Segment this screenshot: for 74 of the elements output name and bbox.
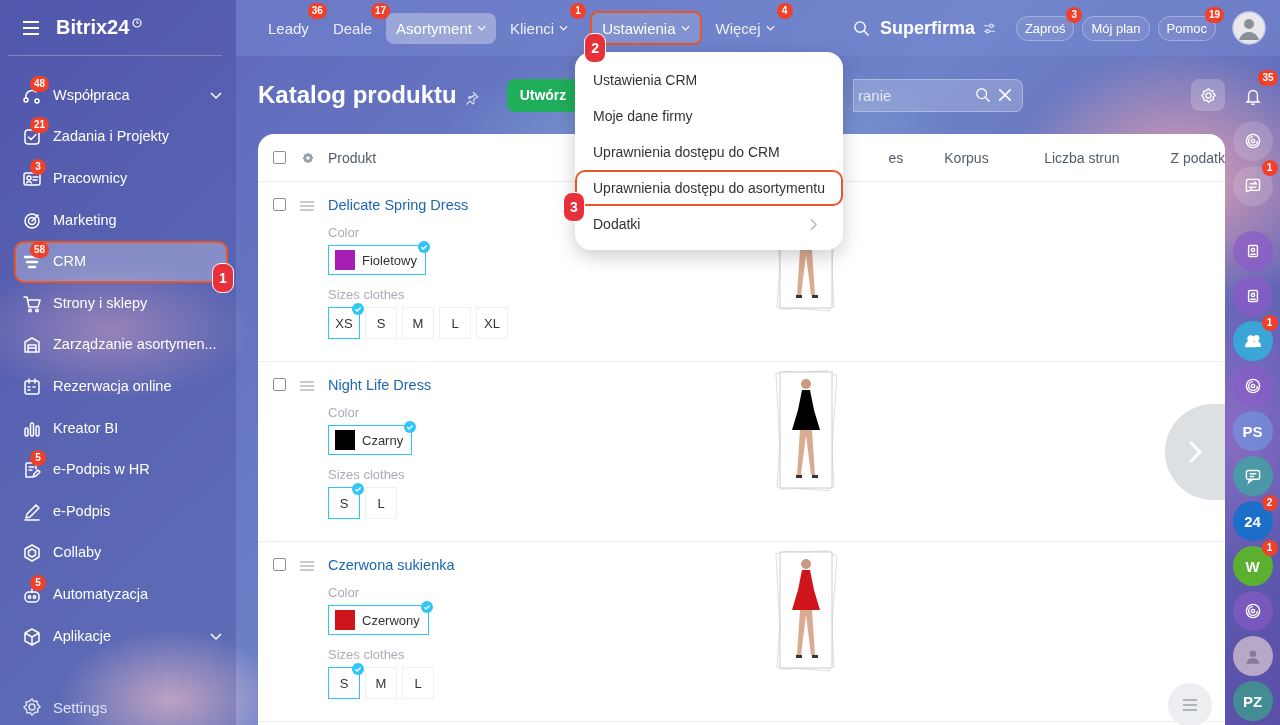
field-label: Color <box>328 405 360 420</box>
sidebar-item[interactable]: Marketing <box>14 199 228 242</box>
item-label: e-Podpis <box>53 503 111 520</box>
count-badge: 58 <box>30 242 50 259</box>
count-badge: 3 <box>1066 6 1083 23</box>
size-option[interactable]: L <box>365 487 397 519</box>
size-option[interactable]: L <box>402 667 434 699</box>
item-label: Zadania i Projekty <box>53 129 170 146</box>
count-badge: 35 <box>1258 70 1278 86</box>
column-header[interactable]: Liczba strun <box>1044 149 1171 166</box>
field-label: Color <box>328 585 360 600</box>
sidebar-item[interactable]: 5 Automatyzacja <box>14 574 228 616</box>
product-link[interactable]: Night Life Dress <box>328 377 432 393</box>
item-label: Rezerwacja online <box>53 379 172 395</box>
header-button[interactable]: Mój plan <box>1082 15 1150 41</box>
item-label: Kreator BI <box>53 420 119 437</box>
product-link[interactable]: Delicate Spring Dress <box>328 197 469 213</box>
product-link[interactable]: Czerwona sukienka <box>328 557 455 573</box>
count-badge: 5 <box>30 574 46 591</box>
column-header[interactable]: Produkt <box>328 149 377 166</box>
item-label: Zarządzanie asortymen... <box>53 337 217 354</box>
count-badge: 5 <box>30 450 46 467</box>
count-badge: 36 <box>307 2 327 19</box>
count-badge: 3 <box>30 159 46 175</box>
app-avatar[interactable]: PZ <box>1232 681 1273 721</box>
item-label: Marketing <box>53 212 117 229</box>
item-label: CRM <box>53 254 87 271</box>
count-badge: 1 <box>1261 315 1278 331</box>
field-label: Sizes clothes <box>328 467 405 482</box>
item-label: Współpraca <box>53 87 130 104</box>
item-label: Strony i sklepy <box>53 295 148 312</box>
sidebar-item[interactable]: Rezerwacja online <box>14 366 228 408</box>
field-label: Color <box>328 225 360 240</box>
item-label: Pracownicy <box>53 171 128 187</box>
field-label: Sizes clothes <box>328 287 405 302</box>
count-badge: 17 <box>370 2 391 19</box>
size-option[interactable]: XL <box>476 307 508 339</box>
size-option[interactable]: S <box>365 307 397 339</box>
company-name[interactable]: Superfirma <box>879 17 975 39</box>
count-badge: 4 <box>776 2 793 19</box>
item-label: e-Podpis w HR <box>53 462 150 479</box>
sidebar-item[interactable]: 21 Zadania i Projekty <box>14 116 228 159</box>
item-label: Aplikacje <box>53 628 112 645</box>
settings-link[interactable]: Settings <box>0 692 236 722</box>
sidebar-item[interactable]: 5 e-Podpis w HR <box>14 449 228 491</box>
sidebar-item[interactable]: e-Podpis <box>14 490 228 533</box>
field-label: Sizes clothes <box>328 647 405 662</box>
sidebar-item[interactable]: 48 Współpraca <box>14 75 228 117</box>
size-option[interactable]: L <box>439 307 471 339</box>
sidebar-item[interactable]: Zarządzanie asortymen... <box>14 324 228 367</box>
step-number: 2 <box>584 33 607 63</box>
column-header[interactable]: Z podatk <box>1170 149 1225 166</box>
count-badge: 19 <box>1204 6 1224 23</box>
step-number: 1 <box>212 263 234 294</box>
column-header[interactable]: Korpus <box>944 149 1045 166</box>
menu-item[interactable]: Uprawnienia dostępu do CRM <box>575 134 843 170</box>
sidebar-item[interactable]: Aplikacje <box>14 615 228 658</box>
count-badge: 48 <box>30 75 50 92</box>
sidebar-item[interactable]: Collaby <box>14 532 228 575</box>
step-number: 3 <box>563 192 585 222</box>
count-badge: 2 <box>1261 495 1278 511</box>
count-badge: 21 <box>30 117 50 134</box>
size-option[interactable]: M <box>402 307 434 339</box>
page-title: Katalog produktu <box>258 81 457 109</box>
item-label: Collaby <box>53 545 102 562</box>
count-badge: 1 <box>1261 540 1278 556</box>
count-badge: 1 <box>1261 160 1278 176</box>
count-badge: 1 <box>570 2 587 19</box>
logo[interactable]: Bitrix24 <box>56 16 130 39</box>
sidebar-item[interactable]: 3 Pracownicy <box>14 158 228 200</box>
app-avatar[interactable]: PS <box>1232 411 1273 451</box>
sidebar-item[interactable]: Kreator BI <box>14 407 228 450</box>
size-option[interactable]: M <box>365 667 397 699</box>
item-label: Automatyzacja <box>53 586 149 603</box>
